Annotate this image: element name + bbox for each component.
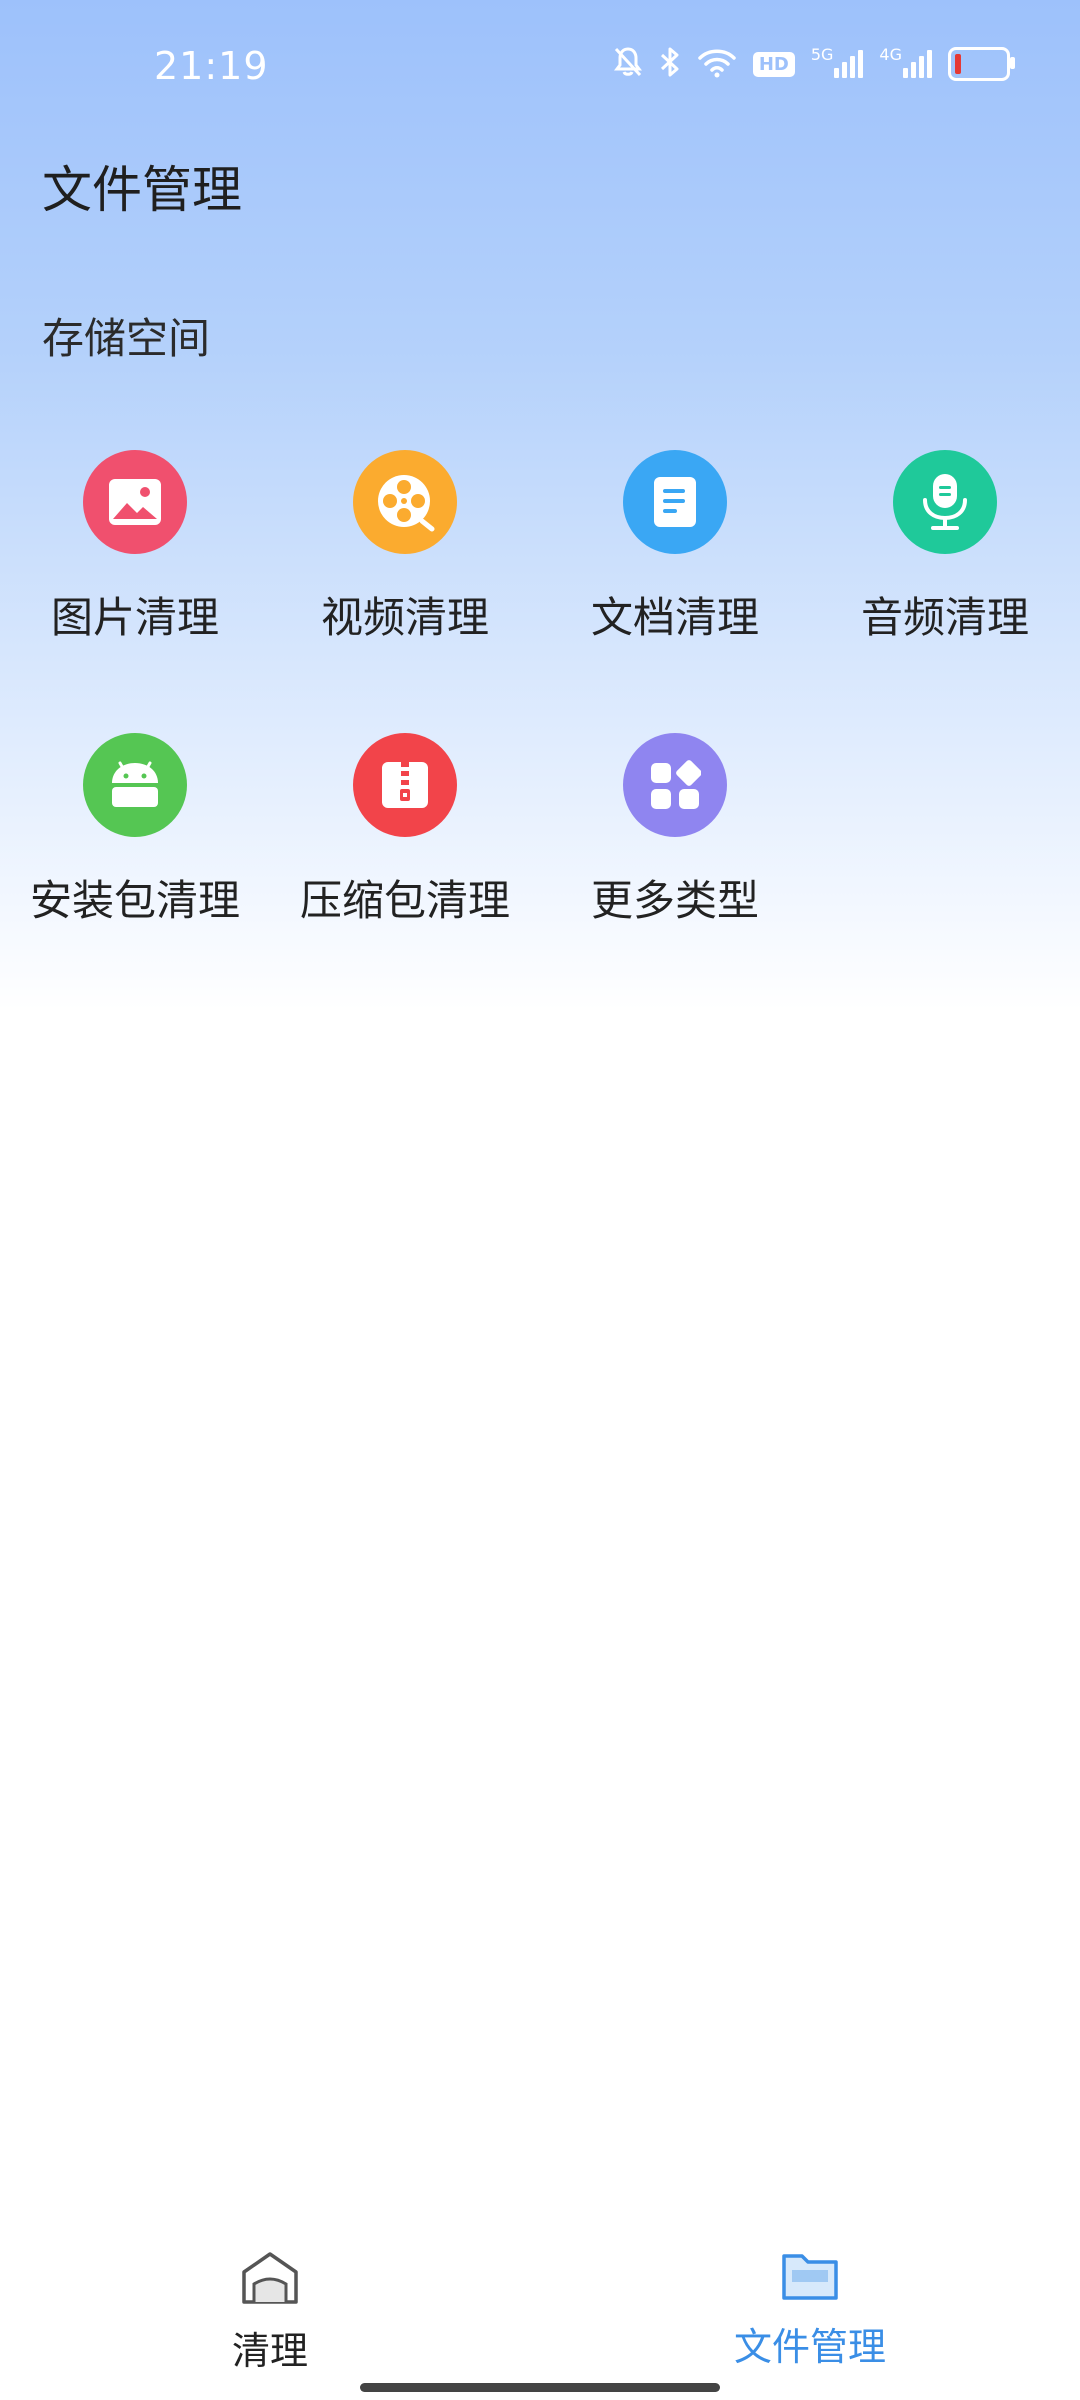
category-label: 视频清理 [320, 593, 489, 642]
signal-5g-label: 5G [810, 45, 834, 64]
status-bar: 21:19 HD 5G 4G [0, 0, 1080, 140]
category-more-types[interactable]: 更多类型 [540, 733, 810, 928]
bell-off-icon [613, 46, 643, 82]
category-audio-clean[interactable]: 音频清理 [810, 450, 1080, 645]
home-indicator[interactable] [360, 2383, 720, 2392]
signal-4g-label: 4G [879, 45, 902, 64]
category-label: 压缩包清理 [299, 876, 510, 925]
bottom-nav: 清理 文件管理 [0, 2230, 1080, 2400]
category-label: 文档清理 [590, 593, 759, 642]
wifi-icon [697, 46, 737, 82]
microphone-icon [893, 450, 997, 554]
category-label: 安装包清理 [29, 876, 240, 925]
category-label: 音频清理 [860, 593, 1029, 642]
nav-item-file-manager[interactable]: 文件管理 [720, 2250, 900, 2371]
category-label: 更多类型 [590, 876, 759, 925]
status-icons: HD 5G 4G [613, 45, 1015, 82]
signal-4g-icon: 4G [879, 45, 932, 78]
signal-5g-icon: 5G [811, 45, 864, 78]
bluetooth-icon [659, 46, 681, 82]
category-label: 图片清理 [50, 593, 219, 642]
nav-item-clean[interactable]: 清理 [210, 2250, 330, 2375]
image-icon [83, 450, 187, 554]
hd-badge: HD [752, 51, 795, 77]
android-icon [83, 733, 187, 837]
zip-icon [353, 733, 457, 837]
house-icon [240, 2252, 300, 2310]
category-image-clean[interactable]: 图片清理 [0, 450, 270, 645]
battery-icon [948, 47, 1015, 81]
category-zip-clean[interactable]: 压缩包清理 [270, 733, 540, 928]
storage-section-title: 存储空间 [42, 314, 211, 363]
category-document-clean[interactable]: 文档清理 [540, 450, 810, 645]
category-video-clean[interactable]: 视频清理 [270, 450, 540, 645]
status-time: 21:19 [154, 44, 269, 88]
nav-item-label: 文件管理 [733, 2325, 886, 2369]
folder-icon [780, 2254, 840, 2306]
document-icon [623, 450, 727, 554]
category-apk-clean[interactable]: 安装包清理 [0, 733, 270, 928]
grid-more-icon [623, 733, 727, 837]
page-title: 文件管理 [42, 161, 242, 219]
film-reel-icon [353, 450, 457, 554]
nav-item-label: 清理 [231, 2329, 308, 2373]
